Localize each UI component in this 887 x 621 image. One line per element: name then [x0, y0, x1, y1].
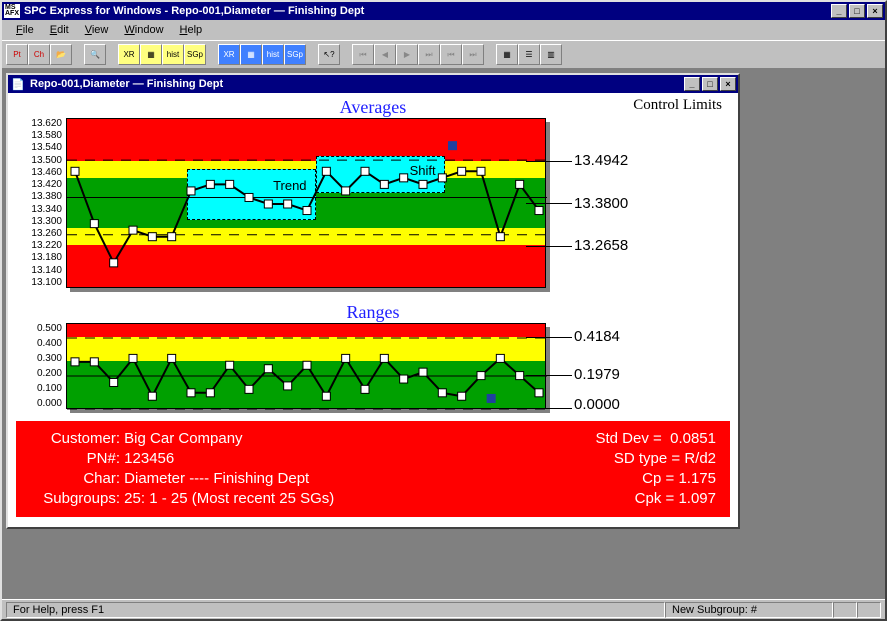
- ranges-cl-labels: 0.4184 0.1979 0.0000: [546, 323, 658, 409]
- tb-grid-b[interactable]: ▦: [240, 44, 262, 65]
- main-titlebar[interactable]: MSAFX SPC Express for Windows - Repo-001…: [2, 2, 885, 20]
- tb-next[interactable]: ▶: [396, 44, 418, 65]
- averages-cl-labels: 13.4942 13.3800 13.2658: [546, 118, 658, 288]
- tb-help[interactable]: ↖?: [318, 44, 340, 65]
- child-title: Repo-001,Diameter — Finishing Dept: [30, 78, 684, 90]
- ranges-y-axis: 0.5000.4000.3000.2000.1000.000: [16, 323, 66, 409]
- tb-hist-b[interactable]: hist: [262, 44, 284, 65]
- close-button[interactable]: ×: [867, 4, 883, 18]
- app-icon: MSAFX: [4, 4, 20, 18]
- child-close[interactable]: ×: [720, 77, 736, 91]
- tb-ffwd[interactable]: ⏭: [462, 44, 484, 65]
- child-titlebar[interactable]: 📄 Repo-001,Diameter — Finishing Dept _ □…: [8, 75, 738, 93]
- tb-layout1[interactable]: ▦: [496, 44, 518, 65]
- tb-sgp-b[interactable]: SGp: [284, 44, 306, 65]
- tb-prev[interactable]: ◀: [374, 44, 396, 65]
- main-title: SPC Express for Windows - Repo-001,Diame…: [24, 5, 831, 17]
- averages-title: Averages: [16, 97, 730, 118]
- tb-xr-b[interactable]: XR: [218, 44, 240, 65]
- tb-pt[interactable]: Pt: [6, 44, 28, 65]
- averages-y-axis: 13.62013.58013.54013.50013.46013.42013.3…: [16, 118, 66, 288]
- main-window: MSAFX SPC Express for Windows - Repo-001…: [0, 0, 887, 621]
- menu-window[interactable]: Window: [116, 22, 171, 38]
- status-hint: For Help, press F1: [6, 602, 665, 618]
- status-indicator2: [857, 602, 881, 618]
- tb-layout3[interactable]: ▥: [540, 44, 562, 65]
- tb-xr-y[interactable]: XR: [118, 44, 140, 65]
- control-limits-header: Control Limits: [633, 97, 722, 114]
- tb-first[interactable]: ⏮: [352, 44, 374, 65]
- tb-sgp-y[interactable]: SGp: [184, 44, 206, 65]
- tb-grid-y[interactable]: ▦: [140, 44, 162, 65]
- tb-open[interactable]: 📂: [50, 44, 72, 65]
- menu-edit[interactable]: Edit: [42, 22, 77, 38]
- minimize-button[interactable]: _: [831, 4, 847, 18]
- child-minimize[interactable]: _: [684, 77, 700, 91]
- statusbar: For Help, press F1 New Subgroup: #: [2, 599, 885, 619]
- tb-hist-y[interactable]: hist: [162, 44, 184, 65]
- tb-preview[interactable]: 🔍: [84, 44, 106, 65]
- menu-help[interactable]: Help: [172, 22, 211, 38]
- summary-panel: Customer: Big Car Company PN#: 123456 Ch…: [16, 421, 730, 517]
- ranges-title: Ranges: [16, 302, 730, 323]
- status-subgroup: New Subgroup: #: [665, 602, 833, 618]
- tb-last[interactable]: ⏭: [418, 44, 440, 65]
- menu-view[interactable]: View: [77, 22, 117, 38]
- tb-rewind[interactable]: ⏮: [440, 44, 462, 65]
- ranges-block: Ranges 0.5000.4000.3000.2000.1000.000 0.…: [16, 302, 730, 409]
- tb-layout2[interactable]: ☰: [518, 44, 540, 65]
- child-window: 📄 Repo-001,Diameter — Finishing Dept _ □…: [6, 73, 740, 529]
- toolbar: Pt Ch 📂 🔍 XR ▦ hist SGp XR ▦ hist SGp ↖?…: [2, 40, 885, 69]
- child-maximize[interactable]: □: [702, 77, 718, 91]
- menubar: File Edit View Window Help: [2, 20, 885, 40]
- averages-block: Averages Control Limits 13.62013.58013.5…: [16, 97, 730, 288]
- doc-icon: 📄: [10, 77, 26, 91]
- menu-file[interactable]: File: [8, 22, 42, 38]
- ranges-plot[interactable]: [66, 323, 546, 409]
- mdi-workspace: 📄 Repo-001,Diameter — Finishing Dept _ □…: [2, 69, 885, 599]
- tb-ch[interactable]: Ch: [28, 44, 50, 65]
- status-indicator1: [833, 602, 857, 618]
- averages-plot[interactable]: Trend Shift: [66, 118, 546, 288]
- maximize-button[interactable]: □: [849, 4, 865, 18]
